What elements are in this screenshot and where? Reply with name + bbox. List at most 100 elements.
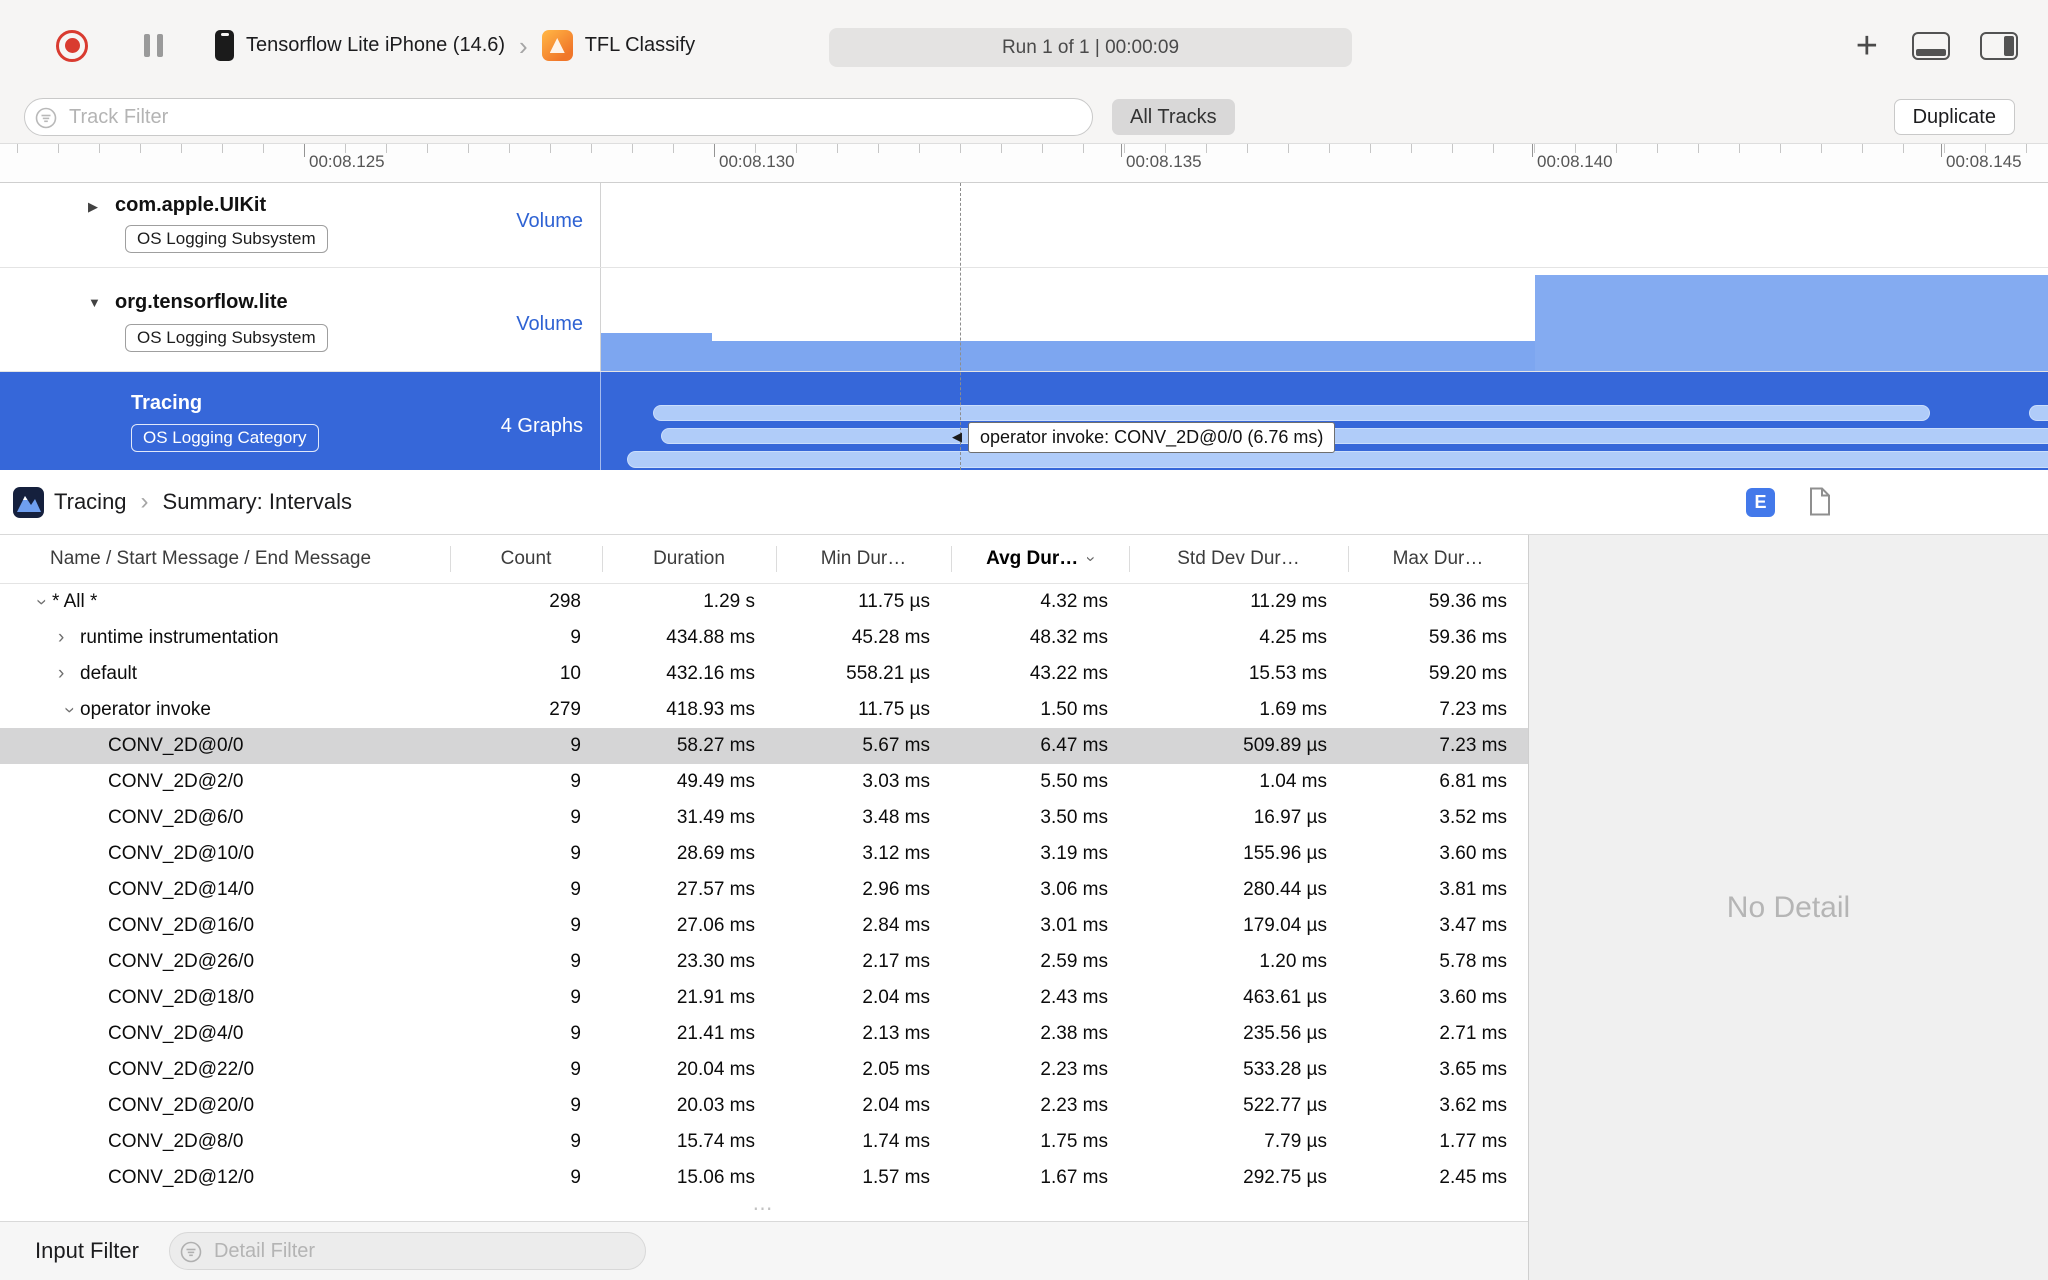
row-avg-dur: 1.50 ms (1040, 699, 1108, 720)
chevron-expanded-icon[interactable]: › (30, 591, 52, 613)
table-row[interactable]: CONV_2D@14/0 9 27.57 ms 2.96 ms 3.06 ms 280.4… (0, 872, 1528, 908)
disclosure-expanded-icon[interactable]: ▼ (88, 295, 101, 310)
row-name-text: CONV_2D@20/0 (108, 1095, 255, 1116)
row-count: 10 (559, 663, 581, 684)
table-row[interactable]: CONV_2D@12/0 9 15.06 ms 1.57 ms 1.67 ms 292.7… (0, 1160, 1528, 1196)
row-avg-dur: 2.43 ms (1040, 987, 1108, 1008)
detail-filter-field (168, 1232, 646, 1270)
table-row[interactable]: CONV_2D@20/0 9 20.03 ms 2.04 ms 2.23 ms 522.7… (0, 1088, 1528, 1124)
table-row[interactable]: › default 10 432.16 ms 558.21 µs 43.22 ms 15.5… (0, 656, 1528, 692)
instruments-window: Tensorflow Lite iPhone (14.6) › TFL Clas… (0, 0, 2048, 1280)
track-name: org.tensorflow.lite (115, 291, 288, 313)
duplicate-button[interactable]: Duplicate (1893, 99, 2015, 135)
interval-bar[interactable] (627, 451, 2048, 468)
row-min-dur: 2.96 ms (862, 879, 930, 900)
row-std-dev-dur: 4.25 ms (1259, 627, 1327, 648)
row-duration: 31.49 ms (676, 807, 755, 828)
right-pane-icon (2004, 35, 2014, 56)
breadcrumb-detail[interactable]: Summary: Intervals (163, 489, 353, 515)
record-button[interactable] (56, 29, 88, 62)
row-std-dev-dur: 1.69 ms (1259, 699, 1327, 720)
row-max-dur: 7.23 ms (1439, 735, 1507, 756)
filter-icon (35, 107, 57, 129)
chevron-collapsed-icon[interactable]: › (58, 627, 80, 649)
disclosure-collapsed-icon[interactable]: ▶ (88, 199, 98, 215)
track-graph-tracing[interactable]: ◀ operator invoke: CONV_2D@0/0 (6.76 ms) (601, 372, 2048, 470)
row-name-cell: CONV_2D@26/0 (0, 951, 450, 973)
table-row[interactable]: CONV_2D@10/0 9 28.69 ms 3.12 ms 3.19 ms 155.9… (0, 836, 1528, 872)
track-org-tensorflow-lite[interactable]: ▼ org.tensorflow.lite OS Logging Subsyst… (0, 268, 2048, 372)
run-status: Run 1 of 1 | 00:00:09 (829, 28, 1352, 67)
extended-detail-inspector-button[interactable]: E (1746, 488, 1775, 517)
column-header-min-dur[interactable]: Min Dur… (776, 535, 951, 583)
track-graph-uikit[interactable] (601, 183, 2048, 267)
row-name-cell: › runtime instrumentation (0, 627, 450, 649)
track-com-apple-uikit[interactable]: ▶ com.apple.UIKit OS Logging Subsystem V… (0, 183, 2048, 268)
detail-filter-bar: Input Filter (0, 1221, 1528, 1280)
column-header-max-dur[interactable]: Max Dur… (1348, 535, 1528, 583)
row-count: 279 (549, 699, 581, 720)
row-avg-dur: 4.32 ms (1040, 591, 1108, 612)
interval-bar[interactable] (653, 405, 1930, 421)
table-row[interactable]: CONV_2D@16/0 9 27.06 ms 2.84 ms 3.01 ms 179.0… (0, 908, 1528, 944)
table-row[interactable]: ›operator invoke 279 418.93 ms 11.75 µs 1.50… (0, 692, 1528, 728)
row-name-text: CONV_2D@14/0 (108, 879, 255, 900)
row-name-text: operator invoke (80, 699, 211, 720)
track-name: Tracing (131, 392, 203, 414)
row-count: 9 (570, 735, 581, 756)
column-header-avg-dur[interactable]: Avg Dur… › (951, 535, 1129, 583)
row-avg-dur: 2.38 ms (1040, 1023, 1108, 1044)
add-instrument-button[interactable]: + (1852, 27, 1882, 65)
row-min-dur: 1.74 ms (862, 1131, 930, 1152)
table-row[interactable]: CONV_2D@22/0 9 20.04 ms 2.05 ms 2.23 ms 533.2… (0, 1052, 1528, 1088)
row-name-cell: CONV_2D@0/0 (0, 735, 450, 757)
table-row[interactable]: CONV_2D@0/0 9 58.27 ms 5.67 ms 6.47 ms 509.89… (0, 728, 1528, 764)
chevron-right-icon: › (140, 488, 149, 515)
interval-bar[interactable] (661, 428, 2048, 444)
column-header-std-dev-dur[interactable]: Std Dev Dur… (1129, 535, 1348, 583)
row-name-cell: › default (0, 663, 450, 685)
table-row[interactable]: CONV_2D@4/0 9 21.41 ms 2.13 ms 2.38 ms 235.56… (0, 1016, 1528, 1052)
chevron-collapsed-icon[interactable]: › (58, 663, 80, 685)
table-row[interactable]: › runtime instrumentation 9 434.88 ms 45.28 … (0, 620, 1528, 656)
track-badge: OS Logging Category (131, 424, 319, 452)
track-graph-volume[interactable] (601, 268, 2048, 371)
document-inspector-icon[interactable] (1808, 487, 1832, 517)
timeline-ruler[interactable]: 00:08.125 00:08.130 00:08.135 00:08.140 … (0, 144, 2048, 183)
row-max-dur: 7.23 ms (1439, 699, 1507, 720)
input-filter-label: Input Filter (35, 1238, 139, 1263)
track-filter-input[interactable] (25, 99, 1092, 135)
table-row[interactable]: CONV_2D@2/0 9 49.49 ms 3.03 ms 5.50 ms 1.04 m… (0, 764, 1528, 800)
row-count: 9 (570, 951, 581, 972)
row-count: 9 (570, 1059, 581, 1080)
column-header-count[interactable]: Count (450, 535, 602, 583)
bottom-pane-toggle-button[interactable] (1912, 31, 1950, 60)
table-row[interactable]: CONV_2D@8/0 9 15.74 ms 1.74 ms 1.75 ms 7.79 µ… (0, 1124, 1528, 1160)
chevron-expanded-icon[interactable]: › (58, 699, 80, 721)
table-row[interactable]: CONV_2D@6/0 9 31.49 ms 3.48 ms 3.50 ms 16.97 … (0, 800, 1528, 836)
row-name-text: CONV_2D@16/0 (108, 915, 255, 936)
track-tracing-selected[interactable]: Tracing OS Logging Category 4 Graphs ◀ o… (0, 372, 2048, 470)
right-pane-toggle-button[interactable] (1980, 31, 2018, 60)
track-header[interactable]: ▼ org.tensorflow.lite OS Logging Subsyst… (0, 268, 601, 371)
table-row[interactable]: CONV_2D@18/0 9 21.91 ms 2.04 ms 2.43 ms 463.6… (0, 980, 1528, 1016)
row-name-text: CONV_2D@12/0 (108, 1167, 255, 1188)
pause-icon (157, 34, 163, 57)
row-count: 298 (549, 591, 581, 612)
breadcrumb-instrument[interactable]: Tracing (54, 489, 127, 515)
row-count: 9 (570, 879, 581, 900)
row-avg-dur: 3.06 ms (1040, 879, 1108, 900)
row-name-text: CONV_2D@22/0 (108, 1059, 255, 1080)
track-header[interactable]: ▶ com.apple.UIKit OS Logging Subsystem V… (0, 183, 601, 267)
row-avg-dur: 48.32 ms (1029, 627, 1108, 648)
interval-bar[interactable] (2029, 405, 2048, 421)
pause-button[interactable] (144, 34, 163, 57)
column-header-name[interactable]: Name / Start Message / End Message (0, 535, 450, 583)
table-row[interactable]: CONV_2D@26/0 9 23.30 ms 2.17 ms 2.59 ms 1.20 … (0, 944, 1528, 980)
track-header[interactable]: Tracing OS Logging Category 4 Graphs (0, 372, 601, 470)
table-row[interactable]: ›* All * 298 1.29 s 11.75 µs 4.32 ms 11.29 ms… (0, 584, 1528, 620)
column-header-duration[interactable]: Duration (602, 535, 776, 583)
detail-filter-input[interactable] (169, 1233, 645, 1269)
all-tracks-button[interactable]: All Tracks (1112, 99, 1235, 135)
device-app-selector[interactable]: Tensorflow Lite iPhone (14.6) › TFL Clas… (215, 30, 695, 61)
